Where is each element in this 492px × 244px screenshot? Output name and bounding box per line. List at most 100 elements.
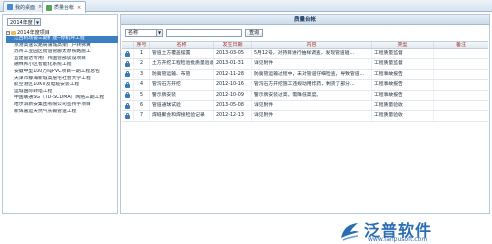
search-button[interactable]: 查询 xyxy=(245,28,264,37)
table-row[interactable]: 6 管道通球试验 2013-05-08 详见附件 工程质量验收 xyxy=(122,100,488,112)
cell-content: 管沟石方开挖施工违规动用炸药，剩货了部分... xyxy=(252,80,372,90)
cell-name[interactable]: 防腐管运输、布管 xyxy=(150,69,214,80)
cell-date: 2012-11-28 xyxy=(214,69,252,80)
tree-root[interactable]: − 2014年度项目 xyxy=(6,29,118,36)
cell-no: 7 xyxy=(134,111,150,121)
cell-date: 2013-03-05 xyxy=(214,49,252,59)
collapse-icon[interactable]: − xyxy=(6,30,10,35)
table-row[interactable]: 5 警示牌安装 2012-10-09 警示牌安装过高，需降低高度。 工程事故报告 xyxy=(122,90,488,101)
lock-icon xyxy=(125,92,130,99)
chevron-down-icon[interactable]: ▼ xyxy=(34,19,40,25)
column-header-no[interactable]: 序号 xyxy=(134,42,150,48)
chevron-down-icon[interactable]: ▼ xyxy=(156,29,162,36)
lock-icon xyxy=(125,102,130,109)
cell-name[interactable]: 焊缝聚会和焊接检验记录 xyxy=(150,111,214,121)
column-header-date[interactable]: 发生日期 xyxy=(214,42,252,48)
tree-item[interactable]: 京港高速公路局蒲城高架广户转佛黄 xyxy=(6,43,118,50)
tree-root-label: 2014年度项目 xyxy=(17,30,50,36)
tree-item[interactable]: 安徽中型100万吨PVC项目一期工程总包 xyxy=(6,69,118,76)
table-row[interactable]: 4 管沟石方开挖 2012-10-16 管沟石方开挖施工违规动用炸药，剩货了部分… xyxy=(122,80,488,91)
cell-note xyxy=(434,80,488,89)
search-field-select[interactable]: 名称 ▼ xyxy=(125,28,163,37)
lock-icon xyxy=(125,81,130,88)
cell-content: 警示牌安装过高，需降低高度。 xyxy=(252,90,372,100)
cell-no: 4 xyxy=(134,80,150,90)
cell-name[interactable]: 管道土方覆盖摆置 xyxy=(150,49,214,59)
column-header-note[interactable]: 备注 xyxy=(434,42,488,48)
cell-note xyxy=(434,101,488,110)
table-row[interactable]: 1 管道土方覆盖摆置 2013-03-05 5月12号，对持目进行抽样调查，发现… xyxy=(122,49,488,60)
cell-no: 6 xyxy=(134,100,150,111)
year-select[interactable]: 2014年度 ▼ xyxy=(7,18,41,26)
cell-category: 工程事故报告 xyxy=(372,90,434,100)
tab-quality-ledger[interactable]: 质量台帐 × xyxy=(42,1,87,13)
project-tree: − 2014年度项目 江西机场奋三期扩建--停机坪工程 京港高速公路局蒲城高架广… xyxy=(6,29,118,115)
cell-name[interactable]: 土方开挖工程检验批质量验收记录 xyxy=(150,59,214,69)
ledger-table: 序号 名称 发生日期 内容 类型 备注 1 管道土方覆盖摆置 2013-03-0… xyxy=(122,41,488,122)
cell-category: 工程质量验收 xyxy=(372,111,434,121)
brand-url: www.fanpusoft.com xyxy=(368,236,428,243)
cell-note xyxy=(434,91,488,100)
cell-note xyxy=(434,70,488,79)
tree-item[interactable]: 宜建雷达专用广州国营部谈设项目 xyxy=(6,56,118,63)
tree-item[interactable]: 江西机场奋三期扩建--停机坪工程 xyxy=(6,36,118,43)
cell-content: 详见附件 xyxy=(252,100,372,111)
table-header: 序号 名称 发生日期 内容 类型 备注 xyxy=(122,41,488,49)
search-field-value: 名称 xyxy=(128,29,139,36)
cell-name[interactable]: 管道通球试验 xyxy=(150,100,214,111)
cell-date: 2013-01-31 xyxy=(214,59,252,69)
tree-item[interactable]: 运城国际转塔工程 xyxy=(6,89,118,96)
tab-bar: 我的桌面 × 质量台帐 × xyxy=(0,0,492,13)
cell-date: 2013-05-08 xyxy=(214,100,252,111)
table-row[interactable]: 3 防腐管运输、布管 2012-11-28 防腐管运输过程中，未对管道仔细检查，… xyxy=(122,69,488,81)
cell-category: 工程质量监督 xyxy=(372,59,434,69)
cell-note xyxy=(434,49,488,58)
folder-icon xyxy=(11,30,16,35)
tree-item[interactable]: 融林邦小区智能化系统工程 xyxy=(6,62,118,69)
tree-item[interactable]: 中国联通SG（TD-SCDMA）网络三期工程 xyxy=(6,95,118,102)
cell-no: 2 xyxy=(134,59,150,69)
cell-date: 2012-12-13 xyxy=(214,111,252,121)
tree-item[interactable]: 新辉嘉运天然气长输管道工程 xyxy=(6,109,118,116)
cell-date: 2012-10-16 xyxy=(214,80,252,90)
cell-category: 工程质量监督 xyxy=(372,49,434,59)
cell-content: 防腐管运输过程中，未对管道仔细检查，导致管道... xyxy=(252,69,372,80)
tree-item[interactable]: 哈尔滨新安集团有限公司签州宇项目 xyxy=(6,102,118,109)
tab-desktop[interactable]: 我的桌面 × xyxy=(3,1,48,12)
column-header-name[interactable]: 名称 xyxy=(150,42,214,48)
cell-name[interactable]: 警示牌安装 xyxy=(150,90,214,100)
panel-title: 质量台帐 xyxy=(121,15,489,25)
table-row[interactable]: 7 焊缝聚会和焊接检验记录 2012-12-13 详见附件 工程质量验收 xyxy=(122,111,488,122)
tree-item[interactable]: 天津市静海新城高层宅社会大学工程 xyxy=(6,76,118,83)
brand-watermark: 泛普软件 www.fanpusoft.com xyxy=(338,218,488,244)
tab-quality-ledger-label: 质量台帐 xyxy=(54,5,75,11)
column-header-content[interactable]: 内容 xyxy=(252,42,372,48)
icon-column-header xyxy=(122,42,134,48)
cell-date: 2012-10-09 xyxy=(214,90,252,100)
lock-icon xyxy=(125,71,130,78)
lock-icon xyxy=(125,61,130,68)
cell-content: 详见附件 xyxy=(252,59,372,69)
lock-icon xyxy=(125,113,130,120)
cell-note xyxy=(434,59,488,68)
cell-category: 工程事故报告 xyxy=(372,69,434,80)
close-icon[interactable]: × xyxy=(77,5,81,11)
tree-item[interactable]: 苏州工业园区街道管廊太原铁路施工 xyxy=(6,49,118,56)
desktop-icon xyxy=(7,4,13,10)
table-row[interactable]: 2 土方开挖工程检验批质量验收记录 2013-01-31 详见附件 工程质量监督 xyxy=(122,59,488,70)
cell-category: 工程事故报告 xyxy=(372,80,434,90)
cell-note xyxy=(434,111,488,120)
quality-ledger-panel: 质量台帐 名称 ▼ 查询 序号 名称 发生日期 内容 类型 备注 1 管道土方覆… xyxy=(120,14,490,214)
project-tree-panel: 2014年度 ▼ − 2014年度项目 江西机场奋三期扩建--停机坪工程 京港高… xyxy=(2,14,118,214)
brand-logo-icon xyxy=(341,223,359,241)
search-input[interactable] xyxy=(166,28,242,37)
cell-no: 3 xyxy=(134,69,150,80)
tree-item[interactable]: 航空港区10KV及电缆安装工程 xyxy=(6,82,118,89)
cell-content: 5月12号，对持目进行抽样调查，发现管道碰... xyxy=(252,49,372,59)
search-bar: 名称 ▼ 查询 xyxy=(125,28,264,37)
cell-no: 5 xyxy=(134,90,150,100)
column-header-category[interactable]: 类型 xyxy=(372,42,434,48)
cell-name[interactable]: 管沟石方开挖 xyxy=(150,80,214,90)
tab-desktop-label: 我的桌面 xyxy=(15,4,36,11)
lock-icon xyxy=(125,50,130,57)
